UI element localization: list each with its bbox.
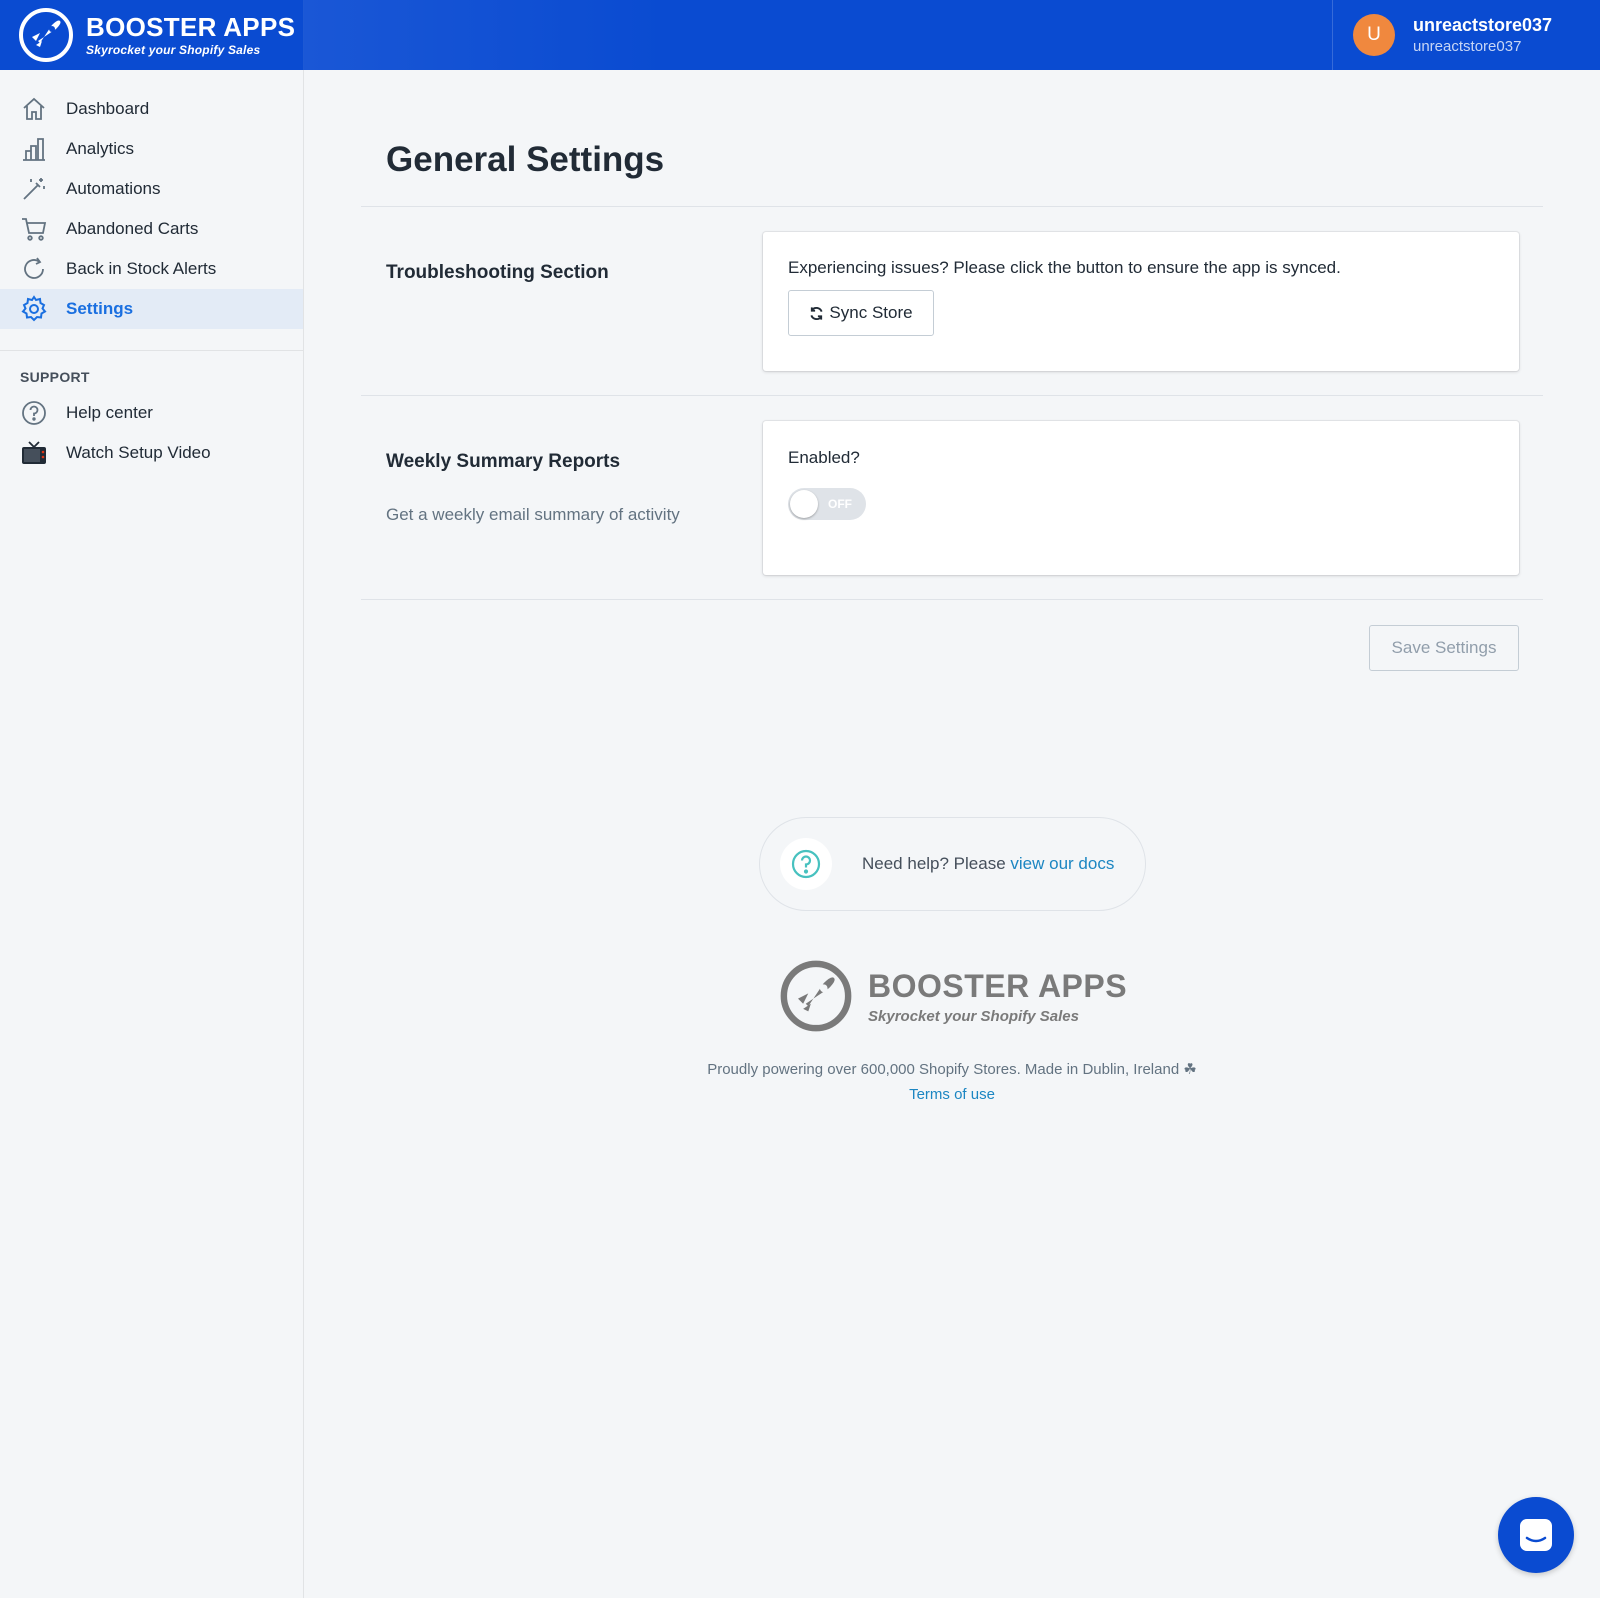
chat-widget-button[interactable] [1498, 1497, 1574, 1573]
weekly-summary-section: Weekly Summary Reports Get a weekly emai… [361, 396, 1543, 599]
sync-store-label: Sync Store [829, 303, 913, 322]
sidebar-item-analytics[interactable]: Analytics [0, 129, 303, 169]
weekly-summary-toggle[interactable]: OFF [788, 488, 866, 520]
toggle-state: OFF [828, 497, 852, 511]
terms-of-use-link[interactable]: Terms of use [909, 1086, 995, 1103]
weekly-summary-description: Get a weekly email summary of activity [386, 505, 680, 524]
footer-brand-name: BOOSTER APPS [868, 967, 1128, 1004]
sidebar-item-label: Abandoned Carts [66, 219, 199, 238]
bar-chart-icon [20, 135, 48, 163]
chat-icon [1520, 1519, 1552, 1551]
sidebar-item-label: Analytics [66, 139, 135, 158]
troubleshooting-card: Experiencing issues? Please click the bu… [763, 232, 1519, 371]
help-prefix: Need help? Please [862, 854, 1011, 873]
troubleshooting-heading: Troubleshooting Section [386, 262, 609, 283]
help-icon-wrap [780, 838, 832, 890]
weekly-summary-heading: Weekly Summary Reports [386, 451, 621, 472]
brand-name: BOOSTER APPS [86, 12, 296, 42]
save-settings-button[interactable]: Save Settings [1369, 625, 1519, 671]
sidebar: Dashboard Analytics Automations Abandone… [0, 70, 304, 1598]
magic-wand-icon [20, 175, 48, 203]
sidebar-item-label: Watch Setup Video [66, 443, 211, 462]
question-icon [20, 399, 48, 427]
weekly-summary-card: Enabled? OFF [763, 421, 1519, 575]
main-content: General Settings Troubleshooting Section… [361, 70, 1543, 671]
gear-icon [20, 295, 48, 323]
sidebar-item-label: Help center [66, 403, 153, 422]
avatar: U [1353, 14, 1395, 56]
footer-logo: BOOSTER APPS Skyrocket your Shopify Sale… [780, 960, 1127, 1032]
rocket-logo-icon [780, 960, 852, 1032]
toggle-knob [790, 490, 818, 518]
sidebar-item-help-center[interactable]: Help center [0, 393, 303, 433]
sidebar-item-label: Settings [66, 299, 134, 318]
rocket-logo-icon [19, 8, 73, 62]
sidebar-item-automations[interactable]: Automations [0, 169, 303, 209]
sync-icon [810, 306, 823, 320]
troubleshooting-section: Troubleshooting Section Experiencing iss… [361, 207, 1543, 395]
sidebar-item-abandoned-carts[interactable]: Abandoned Carts [0, 209, 303, 249]
sidebar-item-label: Dashboard [66, 99, 150, 118]
support-title: SUPPORT [20, 369, 90, 385]
footer-terms: Terms of use [600, 1086, 1304, 1103]
view-docs-link[interactable]: view our docs [1010, 854, 1114, 873]
sidebar-item-back-in-stock[interactable]: Back in Stock Alerts [0, 249, 303, 289]
user-store: unreactstore037 [1413, 38, 1522, 55]
sidebar-item-label: Automations [66, 179, 161, 198]
top-bar-fill [304, 0, 1332, 70]
enabled-label: Enabled? [788, 448, 860, 467]
sidebar-item-dashboard[interactable]: Dashboard [0, 89, 303, 129]
tv-icon [20, 439, 48, 467]
help-text: Need help? Please view our docs [862, 854, 1114, 874]
sync-store-button[interactable]: Sync Store [788, 290, 934, 336]
cart-icon [20, 215, 48, 243]
divider [361, 599, 1543, 600]
brand[interactable]: BOOSTER APPS Skyrocket your Shopify Sale… [0, 0, 304, 70]
sidebar-divider [0, 350, 303, 351]
brand-tagline: Skyrocket your Shopify Sales [86, 43, 261, 57]
question-circle-icon [791, 849, 821, 879]
user-menu[interactable]: U unreactstore037 unreactstore037 [1332, 0, 1600, 70]
page-title: General Settings [386, 140, 665, 179]
sidebar-item-settings[interactable]: Settings [0, 289, 303, 329]
sidebar-item-label: Back in Stock Alerts [66, 259, 217, 278]
refresh-icon [20, 255, 48, 283]
troubleshooting-text: Experiencing issues? Please click the bu… [788, 258, 1341, 277]
sidebar-item-watch-setup-video[interactable]: Watch Setup Video [0, 433, 303, 473]
user-name: unreactstore037 [1413, 15, 1553, 35]
footer-powering-text: Proudly powering over 600,000 Shopify St… [707, 1061, 1197, 1078]
footer-brand-tagline: Skyrocket your Shopify Sales [868, 1007, 1079, 1025]
top-bar: BOOSTER APPS Skyrocket your Shopify Sale… [0, 0, 1600, 70]
home-icon [20, 95, 48, 123]
help-banner: Need help? Please view our docs [759, 817, 1146, 911]
